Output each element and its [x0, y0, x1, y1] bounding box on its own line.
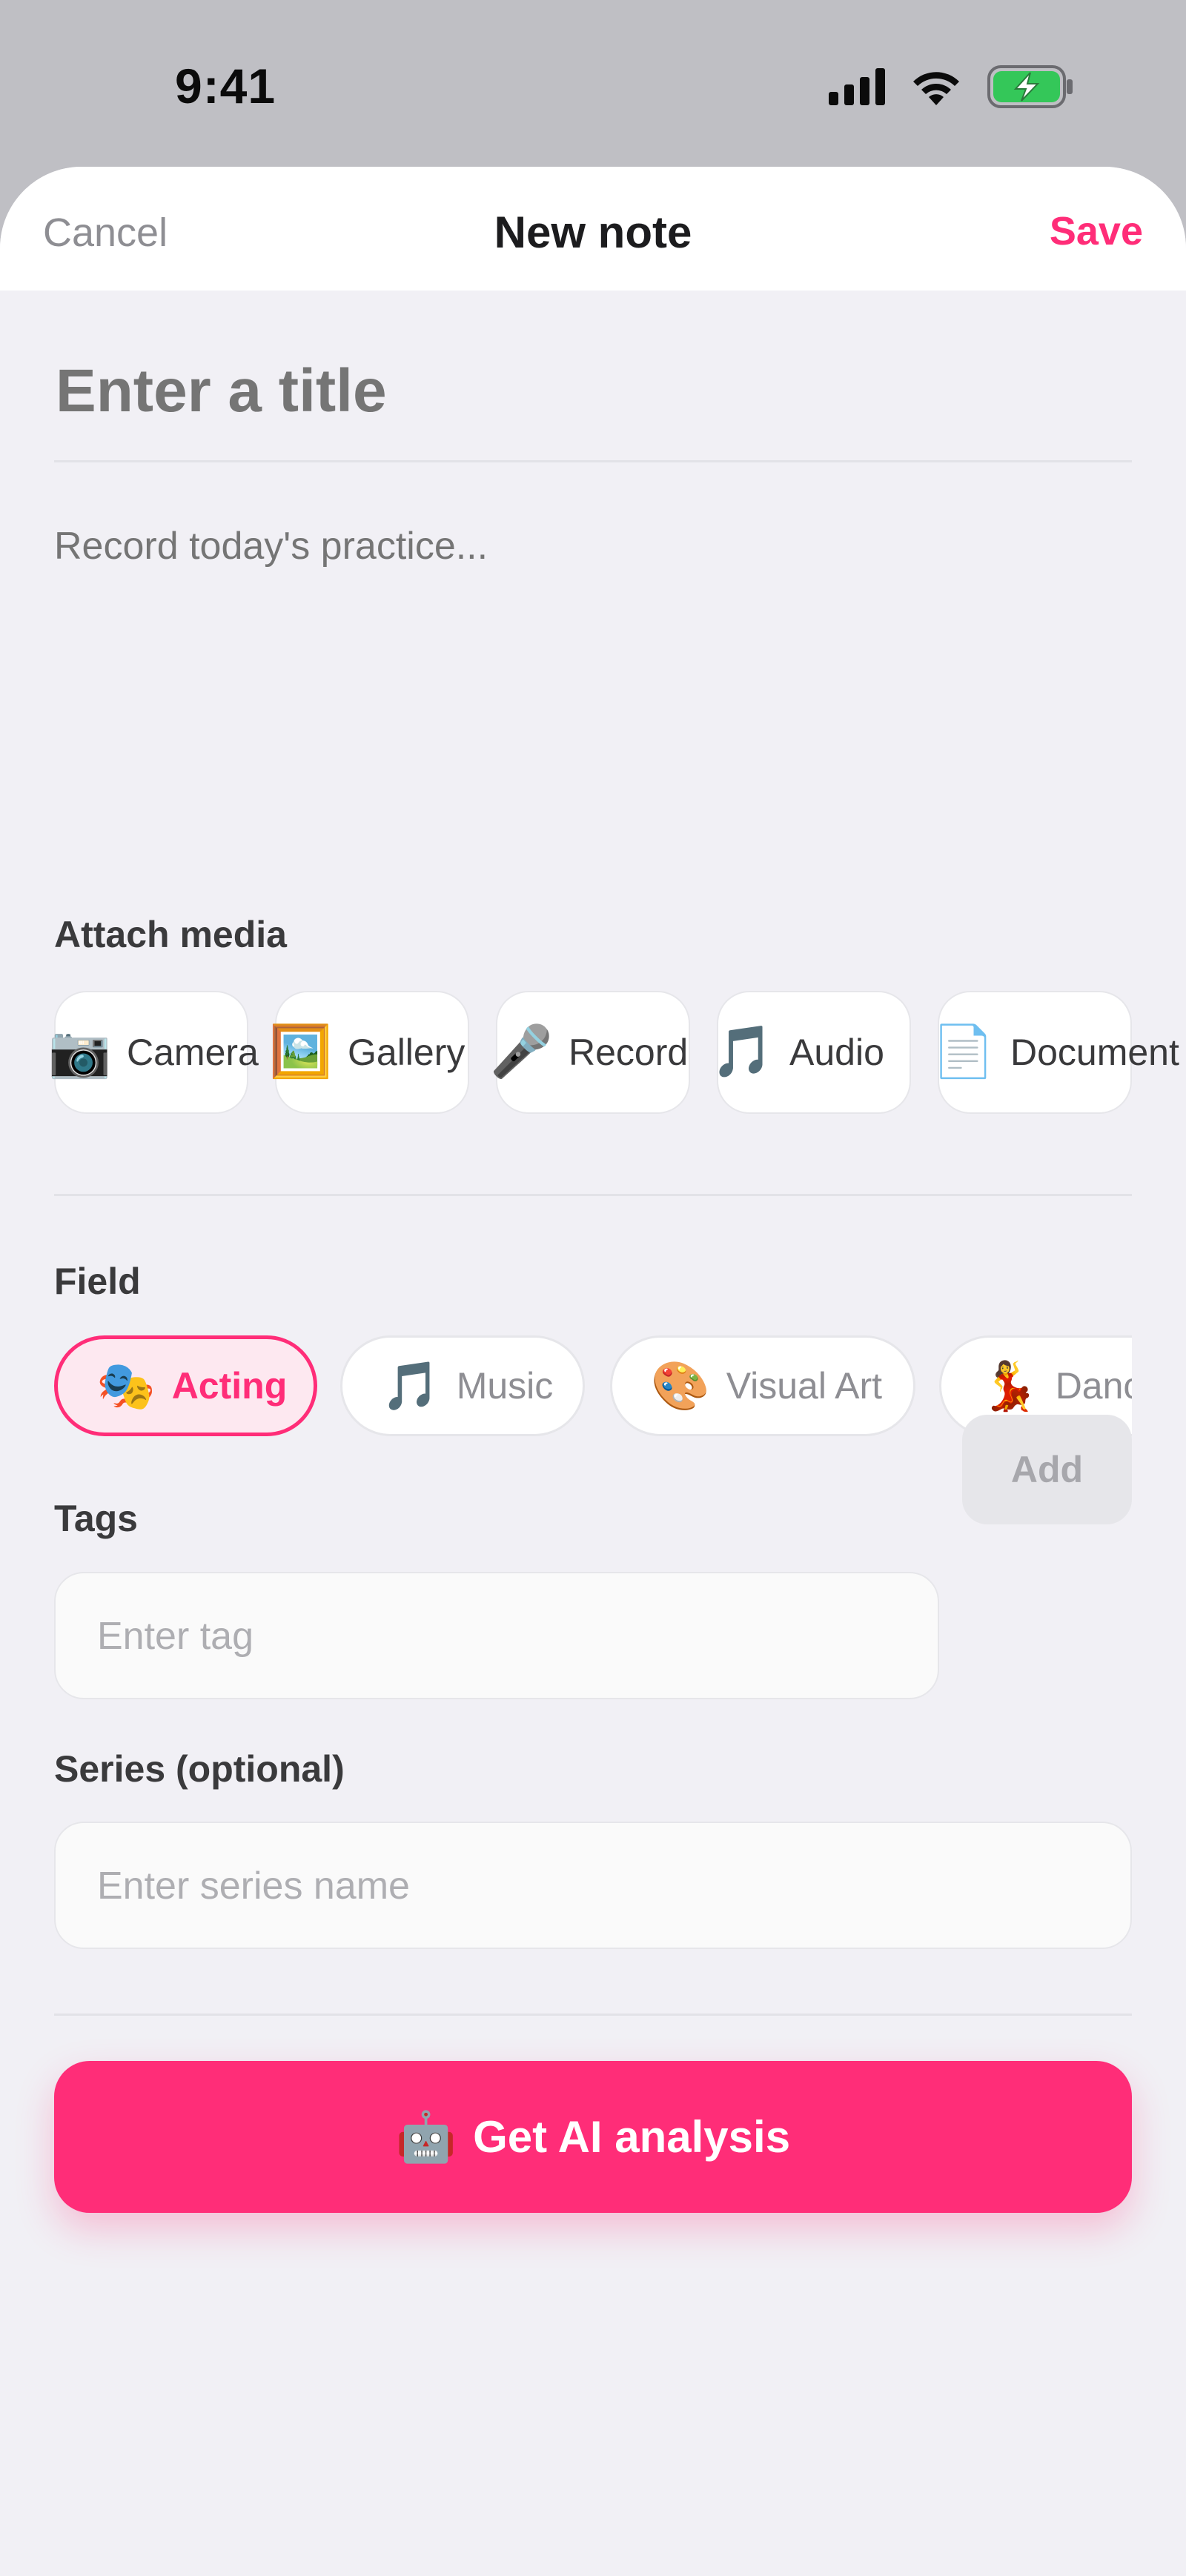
divider — [54, 460, 1132, 462]
record-button[interactable]: 🎤 Record — [490, 991, 690, 1114]
camera-button[interactable]: 📷 Camera — [48, 991, 259, 1114]
tags-label: Tags — [54, 1498, 138, 1539]
cellular-signal-icon — [829, 68, 885, 105]
series-field — [54, 1822, 1132, 1949]
divider — [54, 1194, 1132, 1196]
status-time: 9:41 — [175, 59, 276, 113]
theater-masks-icon: 🎭 — [96, 1359, 156, 1413]
save-button[interactable]: Save — [1050, 208, 1143, 254]
series-input[interactable] — [96, 1823, 1114, 1949]
chip-label: Dance — [1055, 1365, 1132, 1407]
media-label: Audio — [789, 1032, 884, 1073]
field-label: Field — [54, 1261, 141, 1302]
chip-label: Visual Art — [726, 1365, 882, 1407]
gallery-icon: 🖼️ — [269, 1023, 332, 1080]
tag-field — [54, 1572, 939, 1699]
media-label: Camera — [127, 1032, 259, 1073]
battery-charging-icon — [987, 65, 1073, 108]
status-icons — [829, 65, 1075, 108]
add-tag-button[interactable]: Add — [962, 1415, 1132, 1524]
field-chip-acting[interactable]: 🎭 Acting — [54, 1335, 317, 1436]
note-body-input[interactable] — [54, 524, 1132, 850]
wifi-icon — [913, 72, 959, 105]
music-note-icon: 🎵 — [381, 1359, 440, 1413]
series-label: Series (optional) — [54, 1748, 345, 1790]
chip-label: Music — [456, 1365, 554, 1407]
chip-label: Acting — [171, 1365, 288, 1407]
dancer-icon: 💃 — [980, 1359, 1039, 1413]
navigation-bar: Cancel New note Save — [0, 167, 1186, 291]
media-label: Record — [569, 1032, 689, 1073]
field-chip-music[interactable]: 🎵 Music — [340, 1335, 585, 1436]
camera-icon: 📷 — [48, 1023, 111, 1080]
document-button[interactable]: 📄 Document — [932, 991, 1179, 1114]
gallery-button[interactable]: 🖼️ Gallery — [269, 991, 469, 1114]
title-input[interactable] — [54, 356, 1135, 427]
audio-button[interactable]: 🎵 Audio — [711, 991, 911, 1114]
palette-icon: 🎨 — [651, 1359, 710, 1413]
new-note-sheet: Cancel New note Save Attach media 📷 Came… — [0, 167, 1186, 2576]
media-label: Document — [1010, 1032, 1179, 1073]
media-label: Gallery — [348, 1032, 466, 1073]
tag-input[interactable] — [96, 1573, 921, 1699]
ai-button-label: Get AI analysis — [473, 2112, 791, 2162]
robot-icon: 🤖 — [395, 2108, 457, 2164]
page-title: New note — [494, 208, 692, 257]
music-note-icon: 🎵 — [711, 1023, 774, 1080]
microphone-icon: 🎤 — [490, 1023, 553, 1080]
field-chip-visual-art[interactable]: 🎨 Visual Art — [610, 1335, 915, 1436]
document-icon: 📄 — [932, 1023, 995, 1080]
status-bar: 9:41 — [0, 0, 1186, 167]
divider — [54, 2014, 1132, 2016]
attach-media-label: Attach media — [54, 914, 287, 955]
get-ai-analysis-button[interactable]: 🤖 Get AI analysis — [54, 2061, 1132, 2213]
